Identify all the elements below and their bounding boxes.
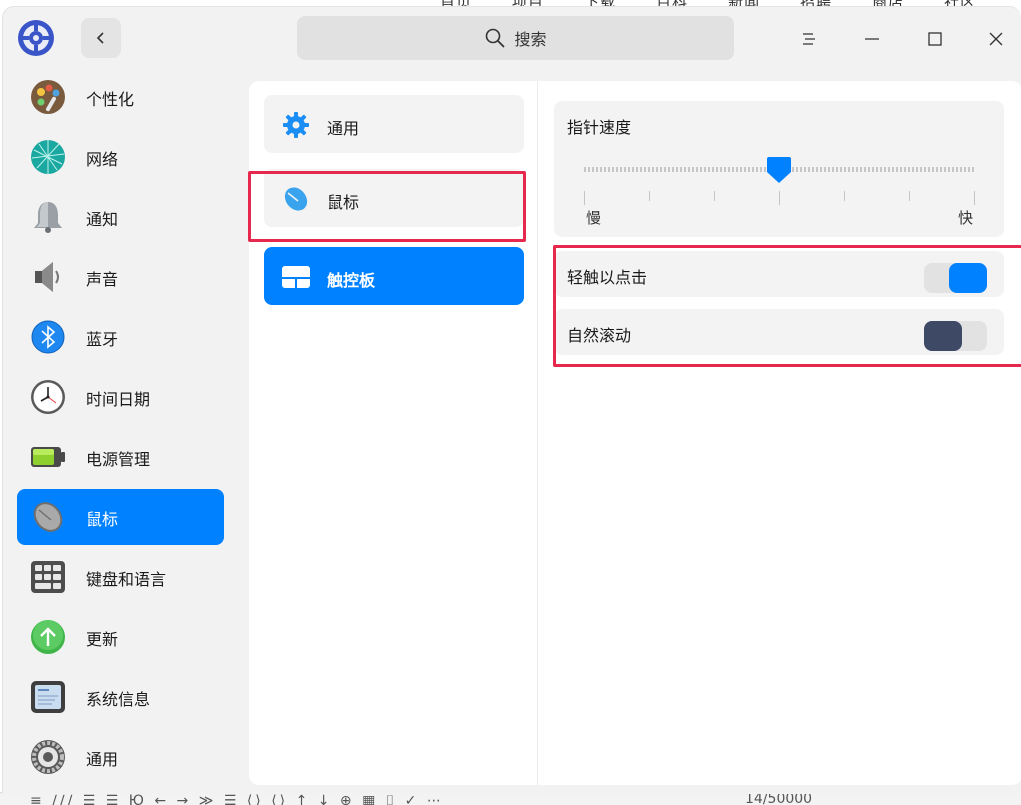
slider-tick [649, 191, 650, 201]
subnav-item-general[interactable]: 通用 [264, 95, 524, 153]
slider-tick [909, 191, 910, 201]
mouse-icon [284, 187, 308, 211]
tap-to-click-toggle[interactable] [924, 263, 987, 293]
bell-icon [34, 202, 62, 233]
update-arrow-icon [31, 620, 65, 654]
network-globe-icon [31, 140, 65, 174]
sidebar-item-label: 声音 [86, 270, 119, 289]
sidebar-item-general[interactable]: 通用 [17, 729, 224, 785]
subnav-item-mouse[interactable]: 鼠标 [264, 169, 524, 227]
subnav-item-label: 触控板 [327, 271, 376, 290]
pointer-speed-slider-handle[interactable] [766, 155, 792, 185]
sidebar-item-label: 网络 [86, 150, 119, 169]
pointer-speed-panel: 指针速度 慢 快 [554, 101, 1004, 237]
sidebar: 个性化 网络 通知 声音 蓝牙 时间日期 电源管理 鼠标 键盘和语言 更新 系统… [3, 71, 239, 794]
speaker-icon [35, 262, 59, 292]
sidebar-item-system-info[interactable]: 系统信息 [17, 669, 224, 725]
sidebar-item-sound[interactable]: 声音 [17, 249, 224, 305]
search-input[interactable]: 搜索 [297, 16, 734, 60]
toggle-knob [949, 263, 987, 293]
gear-icon [31, 740, 65, 774]
close-icon [989, 32, 1003, 46]
natural-scroll-label: 自然滚动 [567, 326, 632, 345]
sidebar-item-keyboard[interactable]: 键盘和语言 [17, 549, 224, 605]
pointer-speed-title: 指针速度 [567, 118, 632, 137]
sidebar-item-power[interactable]: 电源管理 [17, 429, 224, 485]
back-button[interactable] [81, 18, 121, 58]
sidebar-item-mouse[interactable]: 鼠标 [17, 489, 224, 545]
close-button[interactable] [980, 23, 1012, 55]
slider-tick [779, 191, 780, 205]
content-area: 通用 鼠标 触控板 指针速度 慢 快 轻触以点击 自然滚动 [248, 81, 1021, 785]
sidebar-item-datetime[interactable]: 时间日期 [17, 369, 224, 425]
mouse-subnav: 通用 鼠标 触控板 [249, 81, 538, 785]
clock-icon [31, 380, 65, 414]
sidebar-item-label: 通用 [86, 750, 119, 769]
tap-to-click-row: 轻触以点击 [554, 251, 1004, 297]
menu-button[interactable] [793, 23, 825, 55]
system-info-icon [31, 681, 65, 713]
control-center-app-icon [18, 20, 54, 56]
subnav-item-label: 鼠标 [327, 193, 360, 212]
mouse-icon [33, 502, 63, 532]
slider-fast-label: 快 [958, 209, 974, 227]
battery-icon [31, 447, 65, 467]
sidebar-item-label: 鼠标 [86, 510, 119, 529]
titlebar: 搜索 [3, 7, 1021, 71]
gear-icon [283, 112, 309, 138]
toggle-knob [924, 321, 962, 351]
natural-scroll-toggle[interactable] [924, 321, 987, 351]
sidebar-item-label: 系统信息 [86, 690, 151, 709]
slider-slow-label: 慢 [586, 209, 602, 227]
sidebar-item-label: 更新 [86, 630, 119, 649]
search-placeholder: 搜索 [514, 30, 547, 49]
sidebar-item-label: 通知 [86, 210, 119, 229]
slider-tick [714, 191, 715, 201]
chevron-left-icon [96, 32, 104, 44]
maximize-icon [928, 32, 942, 46]
sidebar-item-label: 个性化 [86, 90, 135, 109]
sidebar-item-label: 蓝牙 [86, 330, 119, 349]
slider-tick [974, 191, 975, 205]
sidebar-item-bluetooth[interactable]: 蓝牙 [17, 309, 224, 365]
maximize-button[interactable] [919, 23, 951, 55]
sidebar-item-personalization[interactable]: 个性化 [17, 69, 224, 125]
search-icon [486, 28, 506, 48]
natural-scroll-row: 自然滚动 [554, 309, 1004, 355]
slider-tick [584, 191, 585, 205]
subnav-item-label: 通用 [327, 119, 360, 138]
sidebar-item-label: 电源管理 [86, 450, 151, 469]
keyboard-icon [31, 561, 65, 593]
tap-to-click-label: 轻触以点击 [567, 268, 648, 287]
menu-icon [803, 33, 815, 45]
sidebar-item-network[interactable]: 网络 [17, 129, 224, 185]
bluetooth-icon [31, 320, 65, 354]
slider-tick [844, 191, 845, 201]
touchpad-icon [282, 266, 310, 288]
minimize-button[interactable] [856, 23, 888, 55]
subnav-item-touchpad[interactable]: 触控板 [264, 247, 524, 305]
sidebar-item-notification[interactable]: 通知 [17, 189, 224, 245]
palette-icon [31, 80, 65, 114]
sidebar-item-label: 键盘和语言 [86, 570, 167, 589]
control-center-window: 搜索 个性化 网络 通知 声音 蓝牙 时间日期 电源管理 鼠标 键盘和语言 更新… [2, 6, 1021, 794]
minimize-icon [865, 38, 879, 40]
background-toolbar-icons: ≡ ∕∕∕ ☰ ☰ Ю ← → ≫ ☰ ⟨⟩ ⟨⟩ ↑ ↓ ⊕ ▦ ⌷ ✓ ⋯ [30, 793, 444, 805]
sidebar-item-update[interactable]: 更新 [17, 609, 224, 665]
sidebar-item-label: 时间日期 [86, 390, 151, 409]
